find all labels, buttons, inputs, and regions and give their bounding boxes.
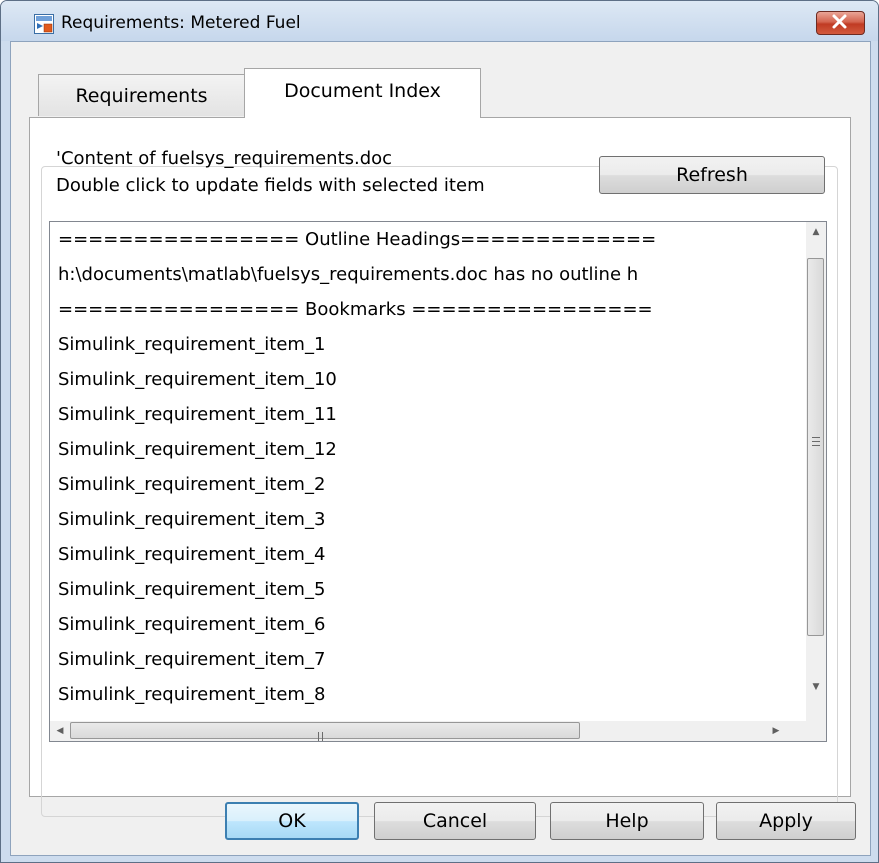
vertical-scrollbar[interactable]: ▲ ▼ bbox=[806, 222, 826, 721]
list-item[interactable]: Simulink_requirement_item_6 bbox=[58, 607, 325, 642]
list-item-bookmarks-header[interactable]: ================ Bookmarks =============… bbox=[58, 292, 653, 327]
refresh-button[interactable]: Refresh bbox=[599, 156, 825, 194]
scrollbar-corner bbox=[806, 721, 826, 741]
list-item[interactable]: Simulink_requirement_item_7 bbox=[58, 642, 325, 677]
scroll-right-arrow-icon[interactable]: ▶ bbox=[766, 721, 786, 741]
dialog-body: Requirements Document Index 'Content of … bbox=[10, 41, 871, 856]
scroll-down-arrow-icon[interactable]: ▼ bbox=[806, 677, 826, 697]
help-button[interactable]: Help bbox=[550, 802, 704, 840]
list-item[interactable]: Simulink_requirement_item_10 bbox=[58, 362, 337, 397]
list-item[interactable]: Simulink_requirement_item_2 bbox=[58, 467, 325, 502]
list-item[interactable]: Simulink_requirement_item_4 bbox=[58, 537, 325, 572]
grip-icon bbox=[812, 437, 820, 446]
list-item-no-outline[interactable]: h:\documents\matlab\fuelsys_requirements… bbox=[58, 257, 638, 292]
close-icon bbox=[832, 14, 847, 29]
horizontal-scroll-thumb[interactable] bbox=[70, 722, 580, 741]
horizontal-scrollbar[interactable]: ◀ ▶ bbox=[50, 721, 806, 741]
document-index-list[interactable]: ================ Outline Headings=======… bbox=[49, 221, 827, 742]
list-item[interactable]: Simulink_requirement_item_8 bbox=[58, 677, 325, 712]
scroll-up-arrow-icon[interactable]: ▲ bbox=[806, 222, 826, 242]
list-item[interactable]: Simulink_requirement_item_11 bbox=[58, 397, 337, 432]
tab-requirements[interactable]: Requirements bbox=[38, 74, 245, 116]
document-content-label: 'Content of fuelsys_requirements.doc bbox=[56, 148, 393, 169]
tab-document-index[interactable]: Document Index bbox=[244, 68, 481, 118]
app-icon bbox=[34, 14, 54, 34]
apply-button[interactable]: Apply bbox=[716, 802, 856, 840]
double-click-hint: Double click to update fields with selec… bbox=[56, 175, 485, 196]
window-title: Requirements: Metered Fuel bbox=[61, 13, 301, 33]
list-item-outline-headings[interactable]: ================ Outline Headings=======… bbox=[58, 222, 656, 257]
scroll-left-arrow-icon[interactable]: ◀ bbox=[50, 721, 70, 741]
title-bar[interactable]: Requirements: Metered Fuel bbox=[1, 1, 878, 41]
list-item[interactable]: Simulink_requirement_item_5 bbox=[58, 572, 325, 607]
list-item[interactable]: Simulink_requirement_item_1 bbox=[58, 327, 325, 362]
requirements-dialog: Requirements: Metered Fuel Requirements … bbox=[0, 0, 879, 863]
list-item[interactable]: Simulink_requirement_item_12 bbox=[58, 432, 337, 467]
close-button[interactable] bbox=[816, 11, 865, 35]
list-content: ================ Outline Headings=======… bbox=[50, 222, 806, 721]
grip-icon bbox=[318, 726, 327, 741]
ok-button[interactable]: OK bbox=[225, 802, 359, 840]
cancel-button[interactable]: Cancel bbox=[374, 802, 536, 840]
list-item[interactable]: Simulink_requirement_item_3 bbox=[58, 502, 325, 537]
vertical-scroll-thumb[interactable] bbox=[807, 258, 824, 636]
